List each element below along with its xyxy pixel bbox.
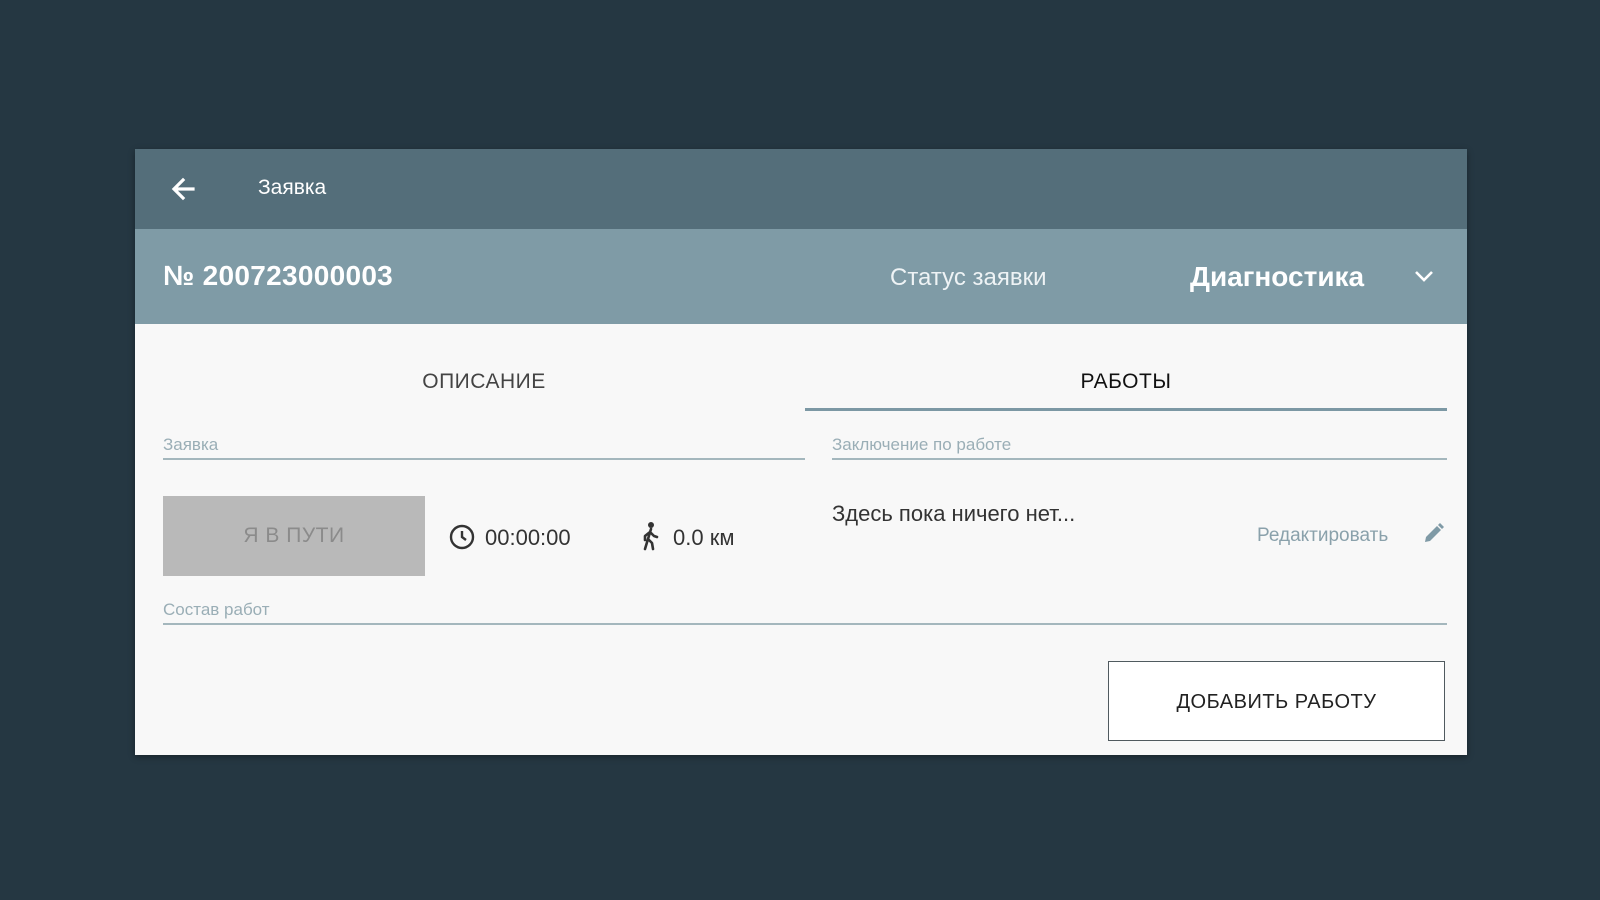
request-field-label: Заявка [163, 435, 219, 454]
back-button[interactable] [163, 169, 203, 209]
arrow-left-icon [163, 169, 203, 209]
works-composition-underline [163, 623, 1447, 625]
empty-state-text: Здесь пока ничего нет... [832, 501, 1076, 526]
works-composition-label: Состав работ [163, 600, 270, 619]
request-window: Заявка № 200723000003 Статус заявки Диаг… [135, 149, 1467, 755]
timer-value: 00:00:00 [485, 525, 571, 550]
order-header: № 200723000003 Статус заявки Диагностика [135, 229, 1467, 324]
edit-label: Редактировать [1257, 525, 1389, 546]
active-tab-indicator [805, 408, 1447, 411]
add-work-button[interactable]: ДОБАВИТЬ РАБОТУ [1108, 661, 1445, 741]
on-way-button[interactable]: Я В ПУТИ [163, 496, 425, 576]
app-bar: Заявка [135, 149, 1467, 229]
distance-value: 0.0 км [673, 525, 735, 550]
order-number: № 200723000003 [163, 260, 394, 291]
tab-works[interactable]: РАБОТЫ [805, 324, 1447, 412]
app-bar-title: Заявка [258, 176, 327, 199]
tab-bar: ОПИСАНИЕ РАБОТЫ [163, 324, 1447, 412]
status-value: Диагностика [1190, 261, 1365, 292]
chevron-down-icon [1412, 264, 1436, 293]
conclusion-field-label: Заключение по работе [832, 435, 1012, 454]
conclusion-field-underline [832, 458, 1447, 460]
request-field-underline [163, 458, 805, 460]
status-label: Статус заявки [890, 264, 1047, 291]
status-dropdown[interactable]: Диагностика [1190, 253, 1450, 299]
tab-description[interactable]: ОПИСАНИЕ [163, 324, 805, 412]
